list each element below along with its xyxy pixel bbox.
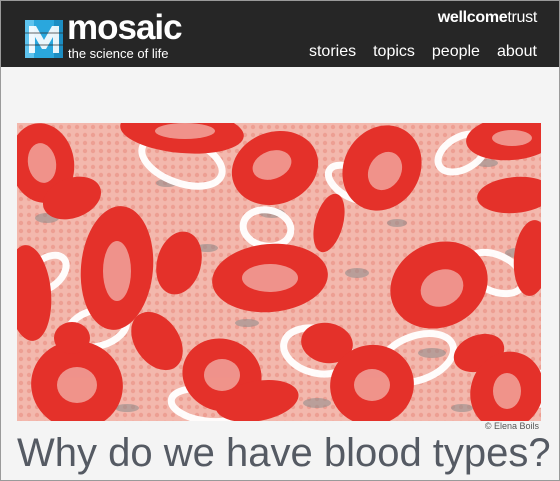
nav-about[interactable]: about xyxy=(497,42,537,62)
nav-stories[interactable]: stories xyxy=(309,42,356,62)
sponsor-logo[interactable]: wellcometrust xyxy=(437,8,538,28)
brand-name[interactable]: mosaic xyxy=(67,8,183,48)
hero-illustration xyxy=(17,123,541,421)
page-frame: mosaic the science of life wellcometrust… xyxy=(0,0,560,481)
sponsor-suffix: trust xyxy=(507,9,537,26)
article-title: Why do we have blood types? xyxy=(17,431,551,475)
nav-topics[interactable]: topics xyxy=(373,42,415,62)
sponsor-name: wellcome xyxy=(437,9,508,26)
blood-cells-illustration xyxy=(17,123,541,421)
nav-people[interactable]: people xyxy=(432,42,480,62)
main-nav: stories topics people about xyxy=(309,42,537,62)
site-header: mosaic the science of life wellcometrust… xyxy=(1,1,559,67)
mosaic-logo-icon[interactable] xyxy=(25,20,63,58)
brand-tagline: the science of life xyxy=(68,46,169,61)
